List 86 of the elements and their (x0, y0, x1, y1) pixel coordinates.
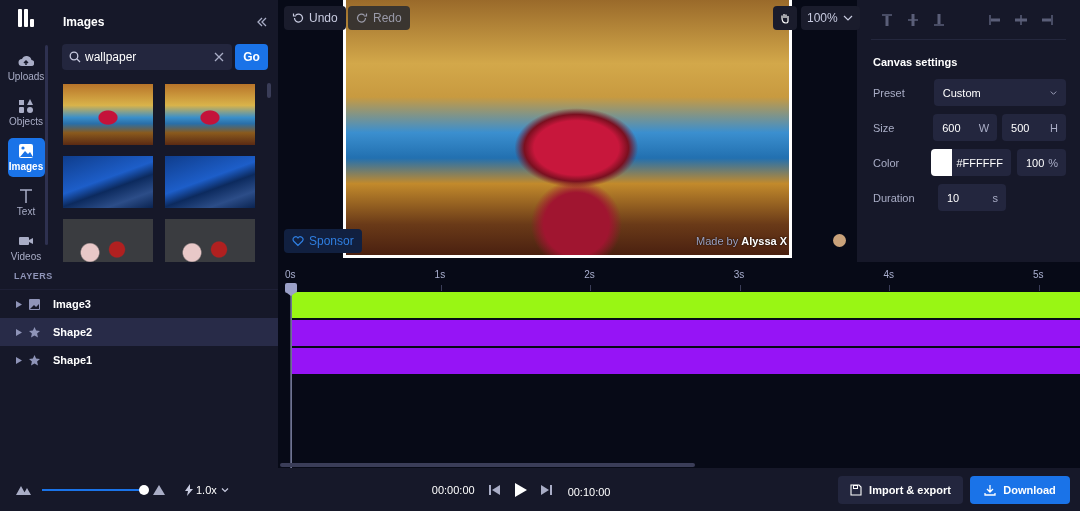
sidebar-item[interactable]: Text (7, 183, 45, 222)
chevron-down-icon (1049, 88, 1058, 97)
field-label: Size (872, 121, 896, 134)
play-icon (513, 482, 527, 497)
sidebar-item[interactable]: Videos (7, 228, 45, 262)
expand-arrow-icon[interactable] (16, 356, 22, 364)
hand-button[interactable] (773, 6, 797, 30)
collapse-icon[interactable] (256, 16, 268, 28)
slider-thumb[interactable] (138, 484, 149, 495)
scrollbar[interactable] (267, 83, 271, 98)
time-label: 4s (883, 269, 894, 280)
time-label: 3s (733, 269, 745, 280)
zoom-slider[interactable] (42, 483, 147, 496)
zoom-in-icon[interactable] (153, 484, 165, 495)
width-field[interactable]: 600 W (933, 114, 998, 141)
lightning-icon (185, 483, 193, 496)
sponsor-button[interactable]: Sponsor (284, 229, 362, 253)
skip-back-icon (488, 482, 500, 497)
text-icon (18, 188, 34, 204)
align-bottom-icon[interactable] (932, 12, 946, 27)
field-label: Duration (872, 191, 916, 204)
time-label: 5s (1033, 269, 1044, 280)
import-export-button[interactable]: Import & export (838, 475, 963, 504)
expand-arrow-icon[interactable] (16, 300, 22, 308)
field-label: Preset (872, 86, 906, 99)
image-icon (29, 298, 40, 310)
total-time: 00:10:00 (567, 485, 611, 498)
preset-dropdown[interactable]: Custom (933, 79, 1066, 106)
logo-icon (18, 9, 34, 27)
go-button[interactable]: Go (235, 44, 268, 70)
lotus-photo-placeholder[interactable] (63, 84, 153, 145)
speed-dropdown[interactable]: 1.0x (179, 482, 236, 497)
credit-text: Made by Alyssa X (696, 235, 788, 247)
layer-item[interactable]: Shape2 (0, 318, 278, 346)
skip-back-button[interactable] (488, 482, 500, 497)
section-title: LAYERS (14, 270, 53, 281)
download-button[interactable]: Download (970, 475, 1070, 504)
track-bar[interactable] (292, 348, 1080, 374)
skip-forward-icon (540, 482, 552, 497)
align-center-icon[interactable] (1014, 12, 1028, 27)
layer-item[interactable]: Image3 (0, 290, 278, 318)
align-middle-icon[interactable] (906, 12, 920, 27)
save-icon (850, 483, 863, 496)
star-icon (29, 326, 40, 338)
current-time: 00:00:00 (431, 483, 475, 496)
download-icon (984, 483, 997, 496)
layer-item[interactable]: Shape1 (0, 346, 278, 374)
sidebar-item[interactable]: Uploads (7, 48, 45, 87)
scrollbar[interactable] (45, 45, 48, 245)
opacity-field[interactable]: 100 % (1016, 149, 1066, 176)
time-label: 1s (434, 269, 446, 280)
panel-title: Images (63, 15, 105, 29)
undo-button[interactable]: Undo (284, 6, 346, 30)
search-field[interactable]: wallpaper (62, 44, 232, 70)
redo-icon (356, 12, 368, 24)
undo-icon (292, 12, 304, 24)
track-bar[interactable] (292, 320, 1080, 346)
scrollbar[interactable] (280, 463, 695, 467)
clear-icon[interactable] (213, 51, 225, 63)
color-swatch[interactable] (931, 149, 952, 176)
spices-photo-placeholder[interactable] (165, 219, 255, 262)
time-label: 2s (584, 269, 595, 280)
lotus-photo-placeholder[interactable] (165, 84, 255, 145)
height-field[interactable]: 500 H (1002, 114, 1066, 141)
track-bar[interactable] (292, 292, 1080, 318)
star-icon (29, 354, 40, 366)
zoom-dropdown[interactable]: 100% (801, 6, 860, 30)
sidebar-item[interactable]: Objects (7, 93, 45, 132)
section-title: Canvas settings (873, 56, 959, 68)
cloud-upload-icon (18, 53, 34, 69)
play-button[interactable] (513, 482, 527, 497)
spices-photo-placeholder[interactable] (63, 219, 153, 262)
sidebar-item[interactable]: Images (7, 138, 45, 177)
duration-field[interactable]: 10 s (938, 184, 1006, 211)
avatar (833, 234, 846, 247)
align-left-icon[interactable] (988, 12, 1002, 27)
heart-icon (292, 235, 304, 247)
field-label: Color (872, 156, 901, 169)
skip-forward-button[interactable] (540, 482, 552, 497)
image-icon (18, 143, 34, 159)
time-label: 0s (285, 269, 296, 280)
expand-arrow-icon[interactable] (16, 328, 22, 336)
align-right-icon[interactable] (1040, 12, 1054, 27)
shapes-icon (18, 98, 34, 114)
align-top-icon[interactable] (880, 12, 894, 27)
hex-field[interactable]: #FFFFFF (951, 149, 1011, 176)
